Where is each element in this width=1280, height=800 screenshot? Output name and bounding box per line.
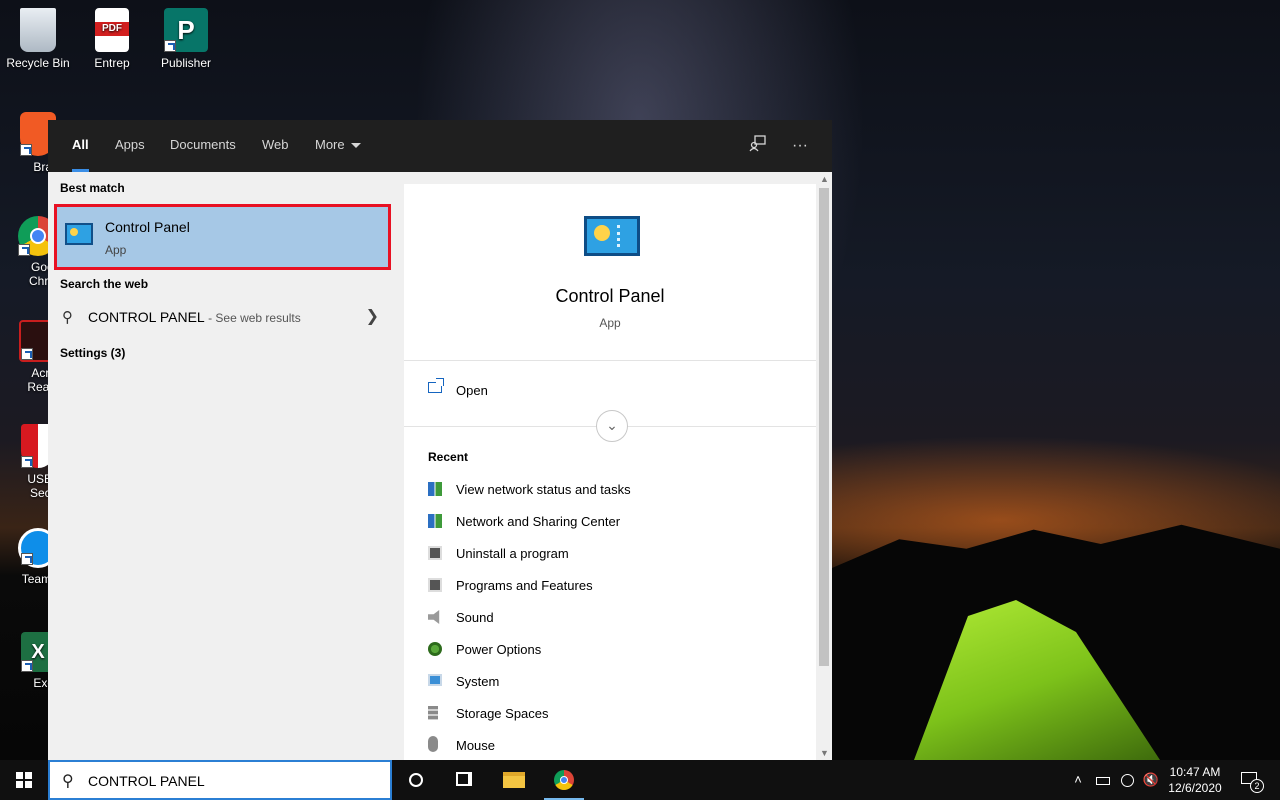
system-icon bbox=[428, 674, 442, 686]
recent-item-view-network-status[interactable]: View network status and tasks bbox=[428, 480, 788, 500]
open-label: Open bbox=[456, 383, 488, 398]
system-clock[interactable]: 10:47 AM 12/6/2020 bbox=[1160, 764, 1230, 796]
excel-letter: X bbox=[31, 641, 45, 663]
best-match-subtitle: App bbox=[105, 243, 127, 257]
web-search-result[interactable]: ⚲ CONTROL PANEL - See web results ❯ bbox=[54, 302, 391, 332]
taskbar: ⚲ ˄ 🔇 10:47 AM 12/6/2020 2 bbox=[0, 760, 1280, 800]
search-input[interactable] bbox=[88, 770, 378, 792]
clock-date: 12/6/2020 bbox=[1168, 781, 1222, 795]
pdf-badge: PDF bbox=[95, 22, 129, 36]
recent-item-programs-features[interactable]: Programs and Features bbox=[428, 576, 788, 596]
recent-item-mouse[interactable]: Mouse bbox=[428, 736, 788, 756]
shortcut-arrow-icon bbox=[20, 144, 32, 156]
recent-item-network-sharing-center[interactable]: Network and Sharing Center bbox=[428, 512, 788, 532]
settings-heading[interactable]: Settings (3) bbox=[60, 346, 125, 360]
web-suffix: - See web results bbox=[208, 311, 301, 325]
shortcut-arrow-icon bbox=[21, 553, 33, 565]
best-match-title: Control Panel bbox=[105, 219, 190, 235]
clock-time: 10:47 AM bbox=[1169, 765, 1221, 779]
more-options-button[interactable]: ··· bbox=[788, 134, 812, 158]
publisher-icon: P bbox=[164, 8, 208, 52]
chevron-up-icon: ˄ bbox=[1074, 772, 1082, 787]
action-center-button[interactable]: 2 bbox=[1236, 760, 1268, 800]
control-panel-icon bbox=[65, 223, 93, 245]
preview-pane: Control Panel App Open ⌄ Recent View net… bbox=[404, 184, 816, 760]
desktop-icon-label: Recycle Bin bbox=[6, 56, 70, 70]
recent-item-system[interactable]: System bbox=[428, 672, 788, 692]
search-icon: ⚲ bbox=[62, 309, 73, 326]
search-panel: All Apps Documents Web More ··· Best mat… bbox=[48, 120, 832, 760]
task-view-icon bbox=[456, 772, 472, 786]
tab-more[interactable]: More bbox=[315, 120, 361, 172]
best-match-control-panel[interactable]: Control Panel App bbox=[54, 204, 391, 270]
volume-muted-icon[interactable]: 🔇 bbox=[1140, 760, 1162, 800]
recent-item-sound[interactable]: Sound bbox=[428, 608, 788, 628]
network-globe-icon[interactable] bbox=[1116, 760, 1138, 800]
shortcut-arrow-icon bbox=[18, 244, 30, 256]
best-match-heading: Best match bbox=[60, 181, 125, 195]
chevron-down-icon: ⌄ bbox=[606, 417, 618, 433]
scroll-down-icon[interactable]: ▼ bbox=[820, 748, 829, 758]
recent-item-uninstall-program[interactable]: Uninstall a program bbox=[428, 544, 788, 564]
recent-item-power-options[interactable]: Power Options bbox=[428, 640, 788, 660]
scroll-thumb[interactable] bbox=[819, 188, 829, 666]
search-web-heading: Search the web bbox=[60, 277, 149, 291]
cortana-button[interactable] bbox=[392, 760, 440, 800]
open-icon bbox=[428, 378, 444, 393]
shortcut-arrow-icon bbox=[164, 40, 176, 52]
tab-documents[interactable]: Documents bbox=[170, 120, 236, 172]
speaker-icon bbox=[428, 610, 440, 624]
desktop-icon-entrep[interactable]: PDF Entrep bbox=[74, 8, 150, 70]
chevron-down-icon bbox=[350, 143, 361, 149]
power-icon bbox=[428, 642, 442, 656]
desktop-icon-label: Entrep bbox=[94, 56, 130, 70]
programs-icon bbox=[428, 578, 442, 592]
shortcut-arrow-icon bbox=[21, 348, 33, 360]
recent-item-storage-spaces[interactable]: Storage Spaces bbox=[428, 704, 788, 724]
chevron-right-icon: ❯ bbox=[365, 308, 379, 325]
recycle-bin-icon bbox=[20, 8, 56, 52]
desktop-icon-label: Publisher bbox=[160, 56, 212, 70]
search-tab-bar: All Apps Documents Web More ··· bbox=[48, 120, 832, 172]
network-icon bbox=[428, 514, 442, 528]
web-query: CONTROL PANEL bbox=[88, 309, 205, 325]
control-panel-large-icon bbox=[584, 216, 640, 256]
storage-icon bbox=[428, 706, 438, 720]
recent-heading: Recent bbox=[428, 450, 469, 464]
feedback-icon[interactable] bbox=[746, 134, 770, 158]
expand-button[interactable]: ⌄ bbox=[596, 410, 628, 442]
file-explorer-button[interactable] bbox=[490, 760, 538, 800]
windows-logo-icon bbox=[16, 772, 32, 788]
pdf-file-icon: PDF bbox=[95, 8, 129, 52]
tab-apps[interactable]: Apps bbox=[115, 120, 145, 172]
preview-title: Control Panel bbox=[555, 286, 665, 306]
tab-web[interactable]: Web bbox=[262, 120, 289, 172]
desktop-icon-recycle-bin[interactable]: Recycle Bin bbox=[0, 8, 76, 70]
shortcut-arrow-icon bbox=[21, 456, 33, 468]
task-view-button[interactable] bbox=[440, 760, 488, 800]
chrome-taskbar-button[interactable] bbox=[540, 760, 588, 800]
notification-count-badge: 2 bbox=[1250, 779, 1264, 793]
show-hidden-icons-button[interactable]: ˄ bbox=[1068, 760, 1088, 800]
shortcut-arrow-icon bbox=[21, 660, 33, 672]
network-icon bbox=[428, 482, 442, 496]
taskbar-search-box[interactable]: ⚲ bbox=[48, 760, 392, 800]
mouse-icon bbox=[428, 736, 438, 752]
desktop-icon-publisher[interactable]: P Publisher bbox=[148, 8, 224, 70]
scroll-up-icon[interactable]: ▲ bbox=[820, 174, 829, 184]
preview-scrollbar[interactable]: ▲ ▼ bbox=[816, 172, 832, 760]
battery-icon[interactable] bbox=[1092, 760, 1114, 800]
divider bbox=[404, 360, 816, 361]
publisher-letter: P bbox=[177, 15, 195, 45]
preview-subtitle: App bbox=[599, 316, 621, 330]
tab-all[interactable]: All bbox=[72, 120, 89, 172]
search-icon: ⚲ bbox=[62, 773, 74, 790]
folder-icon bbox=[503, 772, 525, 788]
programs-icon bbox=[428, 546, 442, 560]
start-button[interactable] bbox=[0, 760, 48, 800]
cortana-circle-icon bbox=[409, 773, 423, 787]
results-list: Best match Control Panel App Search the … bbox=[48, 172, 404, 760]
